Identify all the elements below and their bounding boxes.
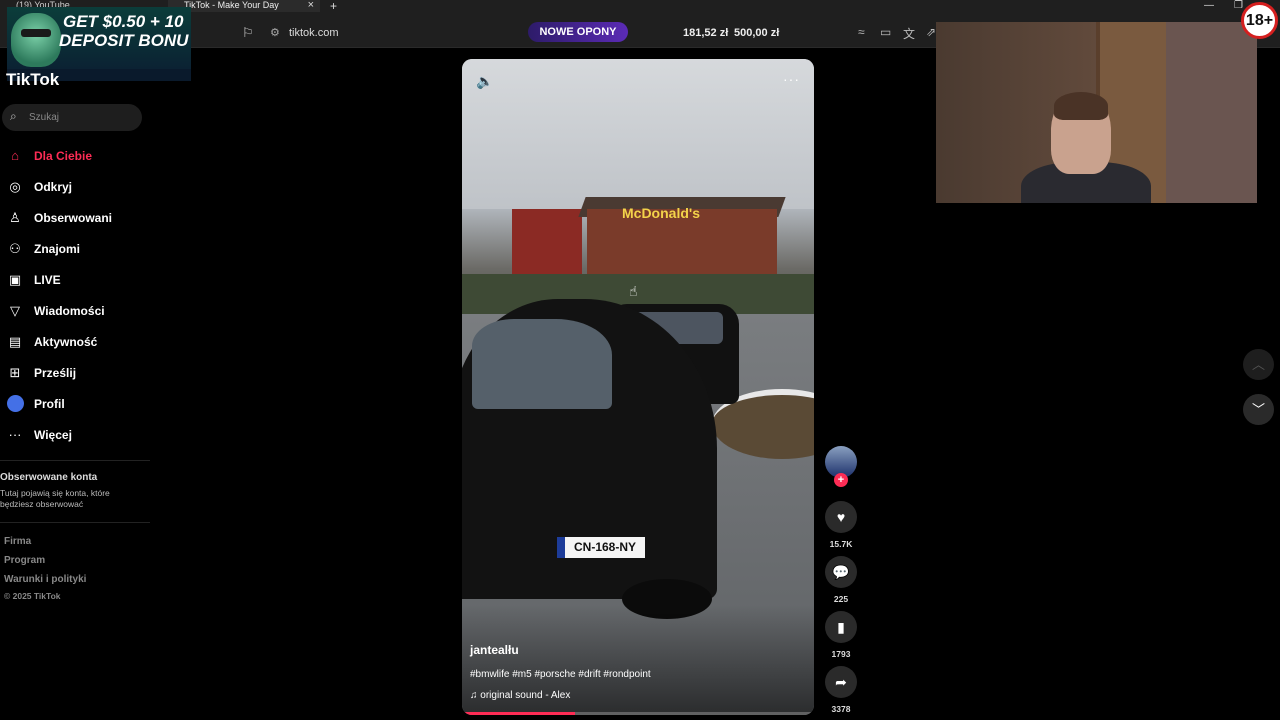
extension-icon[interactable]: ≈ bbox=[858, 25, 865, 39]
search-icon: ⌕ bbox=[10, 109, 17, 123]
sidebar-nav: ⌂ Dla Ciebie ◎ Odkryj ♙ Obserwowani ⚇ Znajom… bbox=[6, 140, 156, 450]
copyright: © 2025 TikTok bbox=[4, 591, 61, 601]
previous-video-button[interactable]: ︿ bbox=[1243, 349, 1274, 380]
sidebar-item-odkryj[interactable]: ◎ Odkryj bbox=[6, 171, 156, 202]
more-icon: ··· bbox=[8, 427, 22, 442]
sidebar-item-label: LIVE bbox=[34, 272, 61, 287]
live-icon: ▣ bbox=[8, 271, 22, 287]
translate-icon[interactable]: 文 bbox=[903, 25, 915, 42]
webcam-overlay bbox=[936, 22, 1257, 203]
sidebar-divider bbox=[0, 460, 150, 461]
more-options-icon[interactable]: ··· bbox=[783, 71, 800, 87]
browser-tab-bar: (19) YouTube TikTok - Make Your Day × + —… bbox=[0, 0, 1280, 13]
following-title: Obserwowane konta bbox=[0, 472, 98, 483]
video-frame-license-plate: CN-168-NY bbox=[557, 537, 645, 558]
like-count: 15.7K bbox=[829, 539, 853, 549]
chevron-down-icon: ﹀ bbox=[1251, 402, 1265, 417]
sidebar-item-label: Obserwowani bbox=[34, 210, 113, 225]
minimize-icon[interactable]: — bbox=[1204, 0, 1214, 11]
footer-link-program[interactable]: Program bbox=[4, 555, 45, 566]
music-note-icon: ♫ bbox=[470, 690, 481, 701]
tiktok-logo[interactable]: TikTok bbox=[6, 70, 59, 90]
sidebar-item-dla-ciebie[interactable]: ⌂ Dla Ciebie bbox=[6, 140, 156, 171]
share-page-icon[interactable]: ⇗ bbox=[926, 25, 936, 39]
save-button[interactable]: ▮ bbox=[825, 611, 857, 643]
heart-icon: ♥ bbox=[836, 509, 846, 525]
inbox-icon: ▤ bbox=[8, 333, 22, 349]
sidebar-item-label: Dla Ciebie bbox=[34, 148, 93, 163]
sidebar-item-label: Aktywność bbox=[34, 334, 98, 349]
sidebar-item-wiecej[interactable]: ··· Więcej bbox=[6, 419, 156, 450]
sidebar-item-aktywnosc[interactable]: ▤ Aktywność bbox=[6, 326, 156, 357]
upload-icon: ⊞ bbox=[9, 364, 21, 380]
send-icon: ▽ bbox=[10, 302, 20, 318]
bookmark-icon[interactable]: ⚐ bbox=[242, 25, 254, 41]
ad-subheadline: DEPOSIT BONU bbox=[59, 31, 189, 50]
user-follow-icon: ♙ bbox=[9, 209, 21, 225]
tab-tiktok-label: TikTok - Make Your Day bbox=[184, 0, 279, 10]
share-count: 3378 bbox=[831, 704, 851, 714]
address-bar[interactable]: tiktok.com bbox=[289, 27, 339, 39]
comment-icon: 💬 bbox=[832, 564, 850, 580]
home-icon: ⌂ bbox=[11, 148, 19, 163]
ad-character-image bbox=[11, 13, 61, 67]
sidebar-item-label: Wiadomości bbox=[34, 303, 105, 318]
age-rating-badge: 18+ bbox=[1241, 2, 1278, 39]
ad-headline: GET $0.50 + 10 bbox=[63, 12, 184, 31]
site-info-icon[interactable]: ⚙ bbox=[270, 26, 280, 39]
friends-icon: ⚇ bbox=[9, 240, 21, 256]
like-button[interactable]: ♥ bbox=[825, 501, 857, 533]
share-icon: ➦ bbox=[835, 674, 847, 690]
save-count: 1793 bbox=[831, 649, 851, 659]
webcam-wall bbox=[1166, 22, 1257, 203]
sidebar-divider bbox=[0, 522, 150, 523]
close-tab-icon[interactable]: × bbox=[308, 0, 314, 11]
bookmark-save-icon: ▮ bbox=[837, 619, 845, 635]
search-placeholder: Szukaj bbox=[29, 112, 60, 123]
avatar-wrap bbox=[6, 395, 24, 413]
price-2: 500,00 zł bbox=[734, 27, 780, 39]
video-player[interactable]: McDonald's CN-168-NY 🔈 ··· jantealłu #bm… bbox=[462, 59, 814, 715]
video-progress-fill bbox=[462, 712, 575, 715]
video-author[interactable]: jantealłu bbox=[470, 643, 519, 657]
video-sound-label: original sound - Alex bbox=[480, 690, 571, 701]
search-input[interactable]: ⌕ Szukaj bbox=[2, 104, 142, 131]
price-1: 181,52 zł bbox=[683, 27, 729, 39]
chevron-up-icon: ︿ bbox=[1251, 357, 1265, 372]
next-video-button[interactable]: ﹀ bbox=[1243, 394, 1274, 425]
following-description: Tutaj pojawią się konta, które będziesz … bbox=[0, 488, 110, 509]
sidebar-item-znajomi[interactable]: ⚇ Znajomi bbox=[6, 233, 156, 264]
comment-count: 225 bbox=[833, 594, 849, 604]
video-progress-bar[interactable] bbox=[462, 712, 814, 715]
sidebar-item-profil[interactable]: Profil bbox=[6, 388, 156, 419]
share-button[interactable]: ➦ bbox=[825, 666, 857, 698]
video-sound[interactable]: ♫ original sound - Alex bbox=[470, 690, 570, 701]
promo-badge[interactable]: NOWE OPONY bbox=[528, 22, 628, 42]
video-frame-sign: McDonald's bbox=[622, 205, 701, 221]
webcam-person-hair bbox=[1054, 92, 1108, 120]
volume-icon[interactable]: 🔈 bbox=[476, 73, 493, 90]
footer-link-terms[interactable]: Warunki i polityki bbox=[4, 574, 86, 585]
sidebar-item-wiadomosci[interactable]: ▽ Wiadomości bbox=[6, 295, 156, 326]
sidebar-item-label: Odkryj bbox=[34, 179, 73, 194]
video-frame-building bbox=[512, 209, 582, 279]
follow-plus-icon[interactable]: + bbox=[834, 473, 848, 487]
sidebar-item-label: Profil bbox=[34, 396, 65, 411]
sidebar-item-label: Prześlij bbox=[34, 365, 77, 380]
comment-button[interactable]: 💬 bbox=[825, 556, 857, 588]
mouse-cursor-icon: ☝ bbox=[629, 283, 638, 299]
compass-icon: ◎ bbox=[9, 178, 21, 194]
sidebar-item-live[interactable]: ▣ LIVE bbox=[6, 264, 156, 295]
video-frame-sky bbox=[462, 59, 814, 209]
restore-icon[interactable]: ❐ bbox=[1234, 0, 1243, 11]
avatar bbox=[6, 395, 24, 412]
sidebar-item-przeslij[interactable]: ⊞ Prześlij bbox=[6, 357, 156, 388]
sidebar-item-label: Znajomi bbox=[34, 241, 81, 256]
screen-icon[interactable]: ▭ bbox=[880, 25, 891, 39]
footer-link-firma[interactable]: Firma bbox=[4, 536, 31, 547]
sidebar-item-label: Więcej bbox=[34, 427, 72, 442]
sidebar-item-obserwowani[interactable]: ♙ Obserwowani bbox=[6, 202, 156, 233]
video-hashtags[interactable]: #bmwlife #m5 #porsche #drift #rondpoint bbox=[470, 669, 651, 680]
